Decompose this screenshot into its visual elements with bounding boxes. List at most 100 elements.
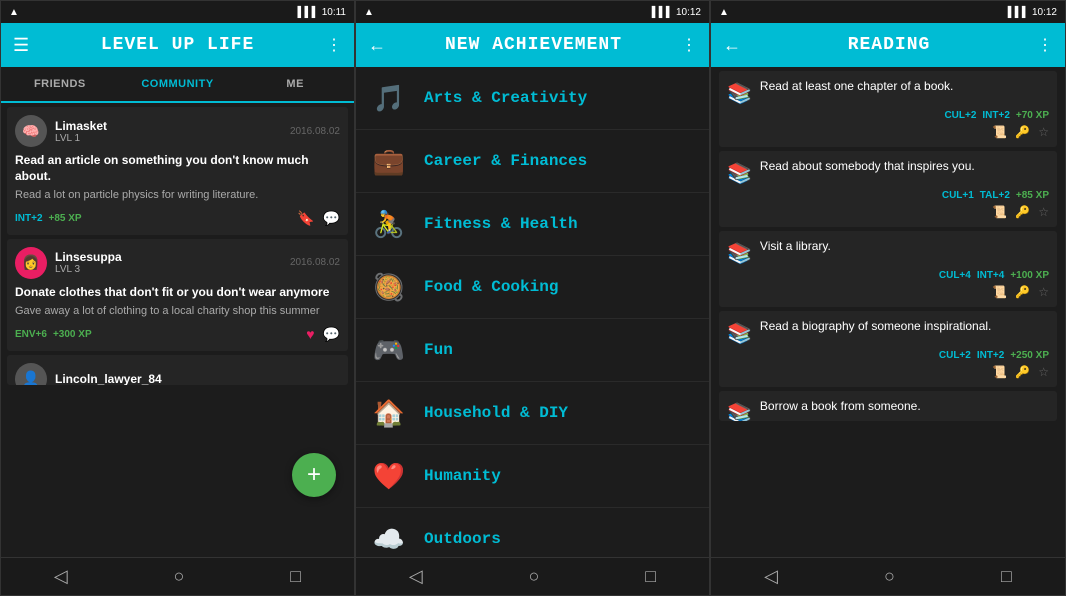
status-bar-2: ▲ ▌▌▌ 10:12 xyxy=(356,1,709,23)
category-arts[interactable]: 🎵 Arts & Creativity xyxy=(356,67,709,130)
like-icon-2[interactable]: ♥ xyxy=(306,326,314,342)
reading-item-4: 📚 Read a biography of someone inspiratio… xyxy=(719,311,1057,387)
recent-btn-1[interactable]: □ xyxy=(270,562,321,591)
scroll-icon-3[interactable]: 📜 xyxy=(992,285,1007,299)
tab-community[interactable]: COMMUNITY xyxy=(119,67,237,103)
scroll-icon-2[interactable]: 📜 xyxy=(992,205,1007,219)
outdoors-icon: ☁️ xyxy=(368,518,410,557)
star-icon-1[interactable]: ☆ xyxy=(1038,125,1049,139)
category-outdoors[interactable]: ☁️ Outdoors xyxy=(356,508,709,557)
reading-item-5: 📚 Borrow a book from someone. xyxy=(719,391,1057,421)
post-title-1: Read an article on something you don't k… xyxy=(15,153,340,184)
post-stats-2: ENV+6 +300 XP xyxy=(15,329,92,340)
reading-item-3: 📚 Visit a library. CUL+4 INT+4 +100 XP 📜… xyxy=(719,231,1057,307)
post-stats-1: INT+2 +85 XP xyxy=(15,213,82,224)
reading-actions-1: 📜 🔑 ☆ xyxy=(727,125,1049,139)
category-food[interactable]: 🥘 Food & Cooking xyxy=(356,256,709,319)
book-icon-1: 📚 xyxy=(727,81,752,106)
reading-header-3: 📚 Visit a library. xyxy=(727,239,1049,266)
category-household[interactable]: 🏠 Household & DIY xyxy=(356,382,709,445)
household-icon: 🏠 xyxy=(368,392,410,434)
signal-icon-3: ▌▌▌ xyxy=(1008,7,1029,18)
recent-btn-2[interactable]: □ xyxy=(625,562,676,591)
status-right-3: ▌▌▌ 10:12 xyxy=(1008,7,1057,18)
category-career[interactable]: 💼 Career & Finances xyxy=(356,130,709,193)
status-left-1: ▲ xyxy=(9,7,19,18)
back-icon-2[interactable]: ← xyxy=(368,35,386,56)
arts-icon: 🎵 xyxy=(368,77,410,119)
humanity-icon: ❤️ xyxy=(368,455,410,497)
fab-add[interactable]: + xyxy=(292,453,336,497)
back-btn-2[interactable]: ◁ xyxy=(389,562,443,591)
time-1: 10:11 xyxy=(322,7,346,18)
key-icon-1[interactable]: 🔑 xyxy=(1015,125,1030,139)
post-footer-2: ENV+6 +300 XP ♥ 💬 xyxy=(15,326,340,343)
more-menu-icon-3[interactable]: ⋮ xyxy=(1037,35,1053,55)
post-header-1: 🧠 Limasket LVL 1 2016.08.02 xyxy=(15,115,340,147)
category-fitness[interactable]: 🚴 Fitness & Health xyxy=(356,193,709,256)
food-label: Food & Cooking xyxy=(424,278,558,296)
home-btn-1[interactable]: ○ xyxy=(154,562,205,591)
stat-int-r-4: INT+2 xyxy=(977,350,1005,361)
scroll-icon-1[interactable]: 📜 xyxy=(992,125,1007,139)
post-actions-1: 🔖 💬 xyxy=(297,210,340,227)
user-info-2: Linsesuppa LVL 3 xyxy=(55,250,282,275)
reading-header-4: 📚 Read a biography of someone inspiratio… xyxy=(727,319,1049,346)
reading-actions-2: 📜 🔑 ☆ xyxy=(727,205,1049,219)
bottom-nav-3: ◁ ○ □ xyxy=(711,557,1065,595)
category-humanity[interactable]: ❤️ Humanity xyxy=(356,445,709,508)
back-icon-3[interactable]: ← xyxy=(723,35,741,56)
home-btn-2[interactable]: ○ xyxy=(509,562,560,591)
key-icon-4[interactable]: 🔑 xyxy=(1015,365,1030,379)
key-icon-2[interactable]: 🔑 xyxy=(1015,205,1030,219)
reading-title-1: Read at least one chapter of a book. xyxy=(760,79,953,95)
post-header-3: 👤 Lincoln_lawyer_84 xyxy=(15,363,340,385)
level-2: LVL 3 xyxy=(55,264,282,275)
star-icon-4[interactable]: ☆ xyxy=(1038,365,1049,379)
post-actions-2: ♥ 💬 xyxy=(306,326,340,343)
back-btn-1[interactable]: ◁ xyxy=(34,562,88,591)
star-icon-3[interactable]: ☆ xyxy=(1038,285,1049,299)
more-menu-icon-2[interactable]: ⋮ xyxy=(681,35,697,55)
reading-title-2: Read about somebody that inspires you. xyxy=(760,159,975,175)
reading-item-2: 📚 Read about somebody that inspires you.… xyxy=(719,151,1057,227)
post-item-3: 👤 Lincoln_lawyer_84 xyxy=(7,355,348,385)
post-footer-1: INT+2 +85 XP 🔖 💬 xyxy=(15,210,340,227)
menu-icon[interactable]: ☰ xyxy=(13,35,29,56)
username-1: Limasket xyxy=(55,119,282,133)
tab-me[interactable]: ME xyxy=(236,67,354,101)
comment-icon-1[interactable]: 💬 xyxy=(323,210,340,227)
user-info-3: Lincoln_lawyer_84 xyxy=(55,372,340,385)
tab-friends[interactable]: FRIENDS xyxy=(1,67,119,101)
comment-icon-2[interactable]: 💬 xyxy=(323,326,340,343)
user-info-1: Limasket LVL 1 xyxy=(55,119,282,144)
home-btn-3[interactable]: ○ xyxy=(864,562,915,591)
book-icon-5: 📚 xyxy=(727,401,752,421)
status-bar-1: ▲ ▌▌▌ 10:11 xyxy=(1,1,354,23)
avatar-1: 🧠 xyxy=(15,115,47,147)
scroll-icon-4[interactable]: 📜 xyxy=(992,365,1007,379)
star-icon-2[interactable]: ☆ xyxy=(1038,205,1049,219)
stat-cul-3: CUL+4 xyxy=(939,270,971,281)
more-menu-icon-1[interactable]: ⋮ xyxy=(326,35,342,55)
bookmark-icon-1[interactable]: 🔖 xyxy=(297,210,314,227)
reading-actions-4: 📜 🔑 ☆ xyxy=(727,365,1049,379)
recent-btn-3[interactable]: □ xyxy=(981,562,1032,591)
date-1: 2016.08.02 xyxy=(290,126,340,137)
screen-feed: ▲ ▌▌▌ 10:11 ☰ LEVEL UP LIFE ⋮ FRIENDS CO… xyxy=(0,0,355,596)
status-right-2: ▌▌▌ 10:12 xyxy=(652,7,701,18)
key-icon-3[interactable]: 🔑 xyxy=(1015,285,1030,299)
nav-tabs-1: FRIENDS COMMUNITY ME xyxy=(1,67,354,103)
post-body-1: Read a lot on particle physics for writi… xyxy=(15,188,340,203)
book-icon-3: 📚 xyxy=(727,241,752,266)
book-icon-4: 📚 xyxy=(727,321,752,346)
reading-stats-2: CUL+1 TAL+2 +85 XP xyxy=(727,190,1049,201)
outdoors-label: Outdoors xyxy=(424,530,501,548)
category-fun[interactable]: 🎮 Fun xyxy=(356,319,709,382)
wifi-icon-3: ▲ xyxy=(719,7,729,18)
back-btn-3[interactable]: ◁ xyxy=(744,562,798,591)
top-bar-2: ← NEW ACHIEVEMENT ⋮ xyxy=(356,23,709,67)
arts-label: Arts & Creativity xyxy=(424,89,587,107)
fun-icon: 🎮 xyxy=(368,329,410,371)
fitness-label: Fitness & Health xyxy=(424,215,578,233)
